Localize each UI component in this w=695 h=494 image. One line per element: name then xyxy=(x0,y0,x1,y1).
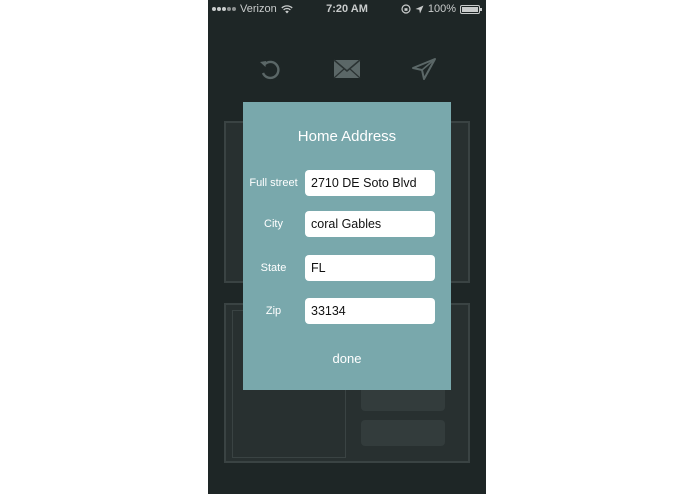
home-address-dialog: Home Address Full street City State Zip … xyxy=(243,102,451,390)
zip-label: Zip xyxy=(265,305,282,317)
done-button[interactable]: done xyxy=(317,348,377,368)
status-bar: Verizon 7:20 AM 100% xyxy=(208,0,486,18)
send-icon[interactable] xyxy=(410,56,438,82)
background-card xyxy=(361,420,445,446)
battery-percent: 100% xyxy=(427,3,456,15)
lock-rotation-icon xyxy=(401,4,411,14)
battery-icon xyxy=(460,4,482,14)
location-icon xyxy=(415,5,424,13)
dialog-title: Home Address xyxy=(297,128,397,145)
zip-input[interactable] xyxy=(305,298,435,324)
street-input[interactable] xyxy=(305,170,435,196)
state-input[interactable] xyxy=(305,255,435,281)
city-label: City xyxy=(264,218,283,230)
envelope-icon[interactable] xyxy=(333,56,361,82)
street-label: Full street xyxy=(249,177,298,189)
state-label: State xyxy=(260,262,287,274)
status-right: 100% xyxy=(401,3,482,15)
city-input[interactable] xyxy=(305,211,435,237)
undo-icon[interactable] xyxy=(256,56,284,82)
